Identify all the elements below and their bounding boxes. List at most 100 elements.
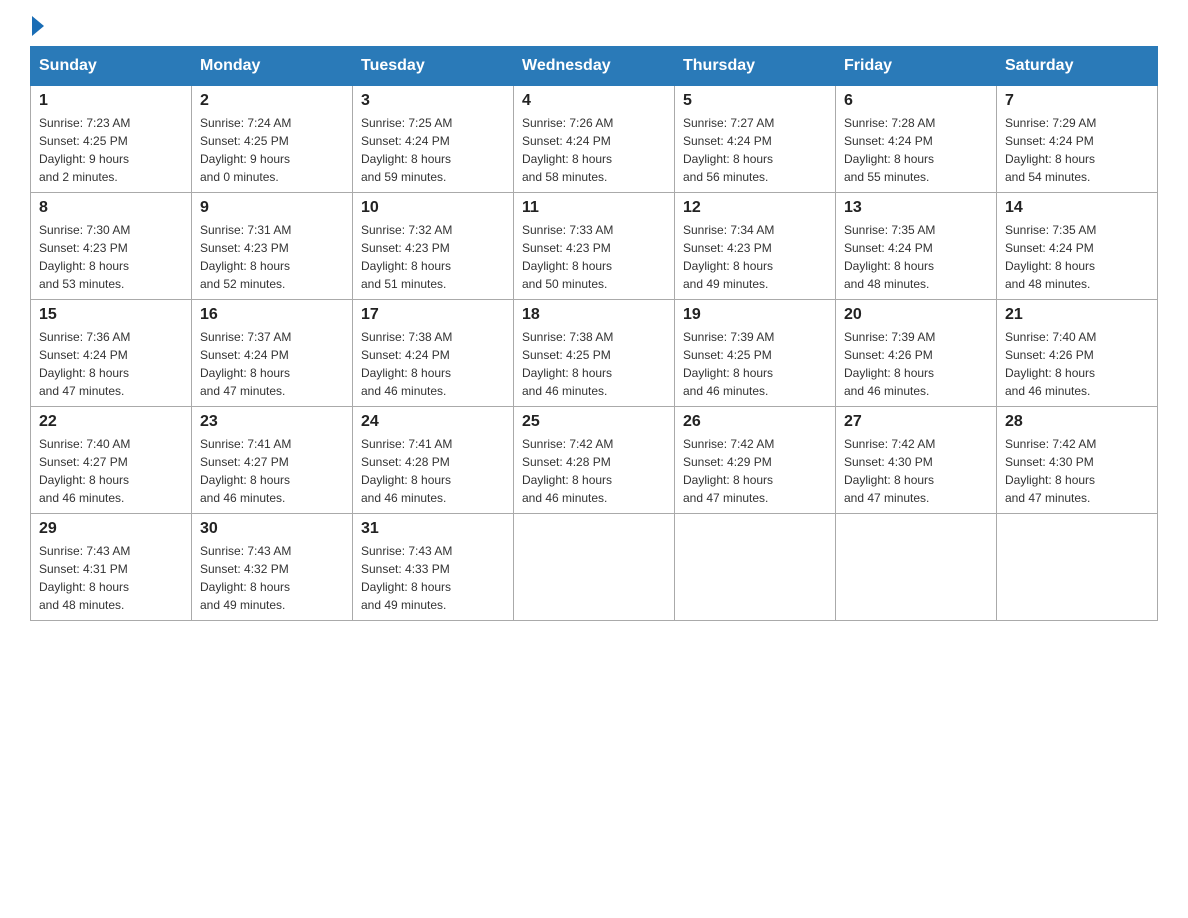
- day-of-week-header: Saturday: [997, 47, 1158, 86]
- day-info: Sunrise: 7:43 AM Sunset: 4:31 PM Dayligh…: [39, 542, 183, 614]
- day-number: 29: [39, 520, 183, 538]
- logo-arrow-icon: [32, 16, 44, 36]
- calendar-cell: 26 Sunrise: 7:42 AM Sunset: 4:29 PM Dayl…: [675, 407, 836, 514]
- calendar-cell: 29 Sunrise: 7:43 AM Sunset: 4:31 PM Dayl…: [31, 514, 192, 621]
- day-number: 30: [200, 520, 344, 538]
- calendar-cell: 22 Sunrise: 7:40 AM Sunset: 4:27 PM Dayl…: [31, 407, 192, 514]
- day-number: 13: [844, 199, 988, 217]
- day-number: 17: [361, 306, 505, 324]
- calendar-cell: 19 Sunrise: 7:39 AM Sunset: 4:25 PM Dayl…: [675, 300, 836, 407]
- calendar-cell: 28 Sunrise: 7:42 AM Sunset: 4:30 PM Dayl…: [997, 407, 1158, 514]
- day-info: Sunrise: 7:25 AM Sunset: 4:24 PM Dayligh…: [361, 114, 505, 186]
- day-number: 1: [39, 92, 183, 110]
- day-of-week-header: Sunday: [31, 47, 192, 86]
- day-info: Sunrise: 7:38 AM Sunset: 4:25 PM Dayligh…: [522, 328, 666, 400]
- calendar-cell: 7 Sunrise: 7:29 AM Sunset: 4:24 PM Dayli…: [997, 86, 1158, 193]
- day-info: Sunrise: 7:42 AM Sunset: 4:29 PM Dayligh…: [683, 435, 827, 507]
- day-info: Sunrise: 7:26 AM Sunset: 4:24 PM Dayligh…: [522, 114, 666, 186]
- calendar-cell: [997, 514, 1158, 621]
- calendar-week-row: 8 Sunrise: 7:30 AM Sunset: 4:23 PM Dayli…: [31, 193, 1158, 300]
- day-of-week-header: Friday: [836, 47, 997, 86]
- calendar-cell: 18 Sunrise: 7:38 AM Sunset: 4:25 PM Dayl…: [514, 300, 675, 407]
- day-of-week-header: Monday: [192, 47, 353, 86]
- day-number: 18: [522, 306, 666, 324]
- day-info: Sunrise: 7:33 AM Sunset: 4:23 PM Dayligh…: [522, 221, 666, 293]
- calendar-cell: 4 Sunrise: 7:26 AM Sunset: 4:24 PM Dayli…: [514, 86, 675, 193]
- day-number: 25: [522, 413, 666, 431]
- calendar-cell: [836, 514, 997, 621]
- day-info: Sunrise: 7:38 AM Sunset: 4:24 PM Dayligh…: [361, 328, 505, 400]
- calendar-cell: 23 Sunrise: 7:41 AM Sunset: 4:27 PM Dayl…: [192, 407, 353, 514]
- calendar-cell: 15 Sunrise: 7:36 AM Sunset: 4:24 PM Dayl…: [31, 300, 192, 407]
- calendar-week-row: 1 Sunrise: 7:23 AM Sunset: 4:25 PM Dayli…: [31, 86, 1158, 193]
- day-info: Sunrise: 7:31 AM Sunset: 4:23 PM Dayligh…: [200, 221, 344, 293]
- day-number: 2: [200, 92, 344, 110]
- day-info: Sunrise: 7:37 AM Sunset: 4:24 PM Dayligh…: [200, 328, 344, 400]
- calendar-cell: 8 Sunrise: 7:30 AM Sunset: 4:23 PM Dayli…: [31, 193, 192, 300]
- day-number: 20: [844, 306, 988, 324]
- day-of-week-header: Thursday: [675, 47, 836, 86]
- day-info: Sunrise: 7:35 AM Sunset: 4:24 PM Dayligh…: [1005, 221, 1149, 293]
- day-info: Sunrise: 7:42 AM Sunset: 4:30 PM Dayligh…: [1005, 435, 1149, 507]
- calendar-cell: 21 Sunrise: 7:40 AM Sunset: 4:26 PM Dayl…: [997, 300, 1158, 407]
- day-info: Sunrise: 7:42 AM Sunset: 4:28 PM Dayligh…: [522, 435, 666, 507]
- calendar-cell: 16 Sunrise: 7:37 AM Sunset: 4:24 PM Dayl…: [192, 300, 353, 407]
- calendar-week-row: 15 Sunrise: 7:36 AM Sunset: 4:24 PM Dayl…: [31, 300, 1158, 407]
- day-number: 5: [683, 92, 827, 110]
- day-number: 21: [1005, 306, 1149, 324]
- day-info: Sunrise: 7:32 AM Sunset: 4:23 PM Dayligh…: [361, 221, 505, 293]
- day-number: 3: [361, 92, 505, 110]
- day-info: Sunrise: 7:34 AM Sunset: 4:23 PM Dayligh…: [683, 221, 827, 293]
- calendar-cell: 27 Sunrise: 7:42 AM Sunset: 4:30 PM Dayl…: [836, 407, 997, 514]
- day-info: Sunrise: 7:36 AM Sunset: 4:24 PM Dayligh…: [39, 328, 183, 400]
- day-info: Sunrise: 7:40 AM Sunset: 4:27 PM Dayligh…: [39, 435, 183, 507]
- calendar-cell: 3 Sunrise: 7:25 AM Sunset: 4:24 PM Dayli…: [353, 86, 514, 193]
- day-number: 22: [39, 413, 183, 431]
- day-info: Sunrise: 7:43 AM Sunset: 4:33 PM Dayligh…: [361, 542, 505, 614]
- calendar-cell: 17 Sunrise: 7:38 AM Sunset: 4:24 PM Dayl…: [353, 300, 514, 407]
- day-number: 11: [522, 199, 666, 217]
- day-info: Sunrise: 7:35 AM Sunset: 4:24 PM Dayligh…: [844, 221, 988, 293]
- calendar-cell: 9 Sunrise: 7:31 AM Sunset: 4:23 PM Dayli…: [192, 193, 353, 300]
- calendar-cell: 5 Sunrise: 7:27 AM Sunset: 4:24 PM Dayli…: [675, 86, 836, 193]
- calendar-cell: 6 Sunrise: 7:28 AM Sunset: 4:24 PM Dayli…: [836, 86, 997, 193]
- day-number: 4: [522, 92, 666, 110]
- page-header: [30, 20, 1158, 36]
- day-info: Sunrise: 7:28 AM Sunset: 4:24 PM Dayligh…: [844, 114, 988, 186]
- calendar-cell: 11 Sunrise: 7:33 AM Sunset: 4:23 PM Dayl…: [514, 193, 675, 300]
- day-number: 23: [200, 413, 344, 431]
- day-of-week-header: Wednesday: [514, 47, 675, 86]
- day-number: 16: [200, 306, 344, 324]
- day-number: 7: [1005, 92, 1149, 110]
- day-info: Sunrise: 7:23 AM Sunset: 4:25 PM Dayligh…: [39, 114, 183, 186]
- day-info: Sunrise: 7:40 AM Sunset: 4:26 PM Dayligh…: [1005, 328, 1149, 400]
- day-number: 6: [844, 92, 988, 110]
- calendar-cell: 24 Sunrise: 7:41 AM Sunset: 4:28 PM Dayl…: [353, 407, 514, 514]
- calendar-week-row: 22 Sunrise: 7:40 AM Sunset: 4:27 PM Dayl…: [31, 407, 1158, 514]
- day-info: Sunrise: 7:41 AM Sunset: 4:28 PM Dayligh…: [361, 435, 505, 507]
- day-info: Sunrise: 7:30 AM Sunset: 4:23 PM Dayligh…: [39, 221, 183, 293]
- calendar-table: SundayMondayTuesdayWednesdayThursdayFrid…: [30, 46, 1158, 621]
- day-info: Sunrise: 7:39 AM Sunset: 4:26 PM Dayligh…: [844, 328, 988, 400]
- calendar-header-row: SundayMondayTuesdayWednesdayThursdayFrid…: [31, 47, 1158, 86]
- day-info: Sunrise: 7:42 AM Sunset: 4:30 PM Dayligh…: [844, 435, 988, 507]
- day-info: Sunrise: 7:43 AM Sunset: 4:32 PM Dayligh…: [200, 542, 344, 614]
- calendar-cell: [514, 514, 675, 621]
- calendar-cell: 2 Sunrise: 7:24 AM Sunset: 4:25 PM Dayli…: [192, 86, 353, 193]
- calendar-cell: 1 Sunrise: 7:23 AM Sunset: 4:25 PM Dayli…: [31, 86, 192, 193]
- calendar-week-row: 29 Sunrise: 7:43 AM Sunset: 4:31 PM Dayl…: [31, 514, 1158, 621]
- day-number: 26: [683, 413, 827, 431]
- day-of-week-header: Tuesday: [353, 47, 514, 86]
- day-number: 28: [1005, 413, 1149, 431]
- day-number: 8: [39, 199, 183, 217]
- day-number: 24: [361, 413, 505, 431]
- logo: [30, 20, 44, 36]
- calendar-cell: 13 Sunrise: 7:35 AM Sunset: 4:24 PM Dayl…: [836, 193, 997, 300]
- day-number: 9: [200, 199, 344, 217]
- day-info: Sunrise: 7:29 AM Sunset: 4:24 PM Dayligh…: [1005, 114, 1149, 186]
- day-info: Sunrise: 7:27 AM Sunset: 4:24 PM Dayligh…: [683, 114, 827, 186]
- calendar-cell: 10 Sunrise: 7:32 AM Sunset: 4:23 PM Dayl…: [353, 193, 514, 300]
- calendar-cell: 25 Sunrise: 7:42 AM Sunset: 4:28 PM Dayl…: [514, 407, 675, 514]
- calendar-cell: 14 Sunrise: 7:35 AM Sunset: 4:24 PM Dayl…: [997, 193, 1158, 300]
- day-number: 15: [39, 306, 183, 324]
